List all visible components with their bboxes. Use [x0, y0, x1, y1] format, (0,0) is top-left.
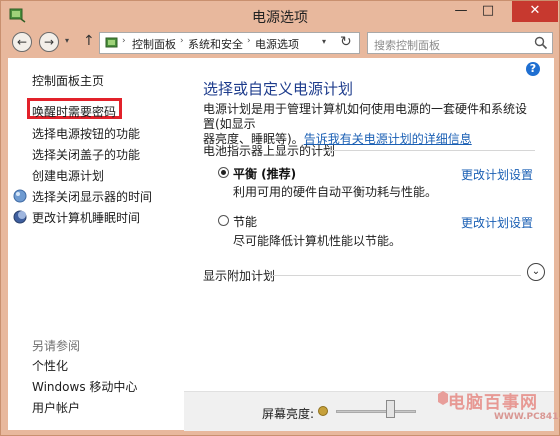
page-title: 选择或自定义电源计划 — [203, 80, 354, 98]
brightness-sun-icon — [318, 406, 328, 416]
breadcrumb-separator: › — [180, 36, 184, 46]
brightness-slider-thumb[interactable] — [385, 400, 395, 418]
plan-balanced-name[interactable]: 平衡 (推荐) — [233, 165, 296, 182]
search-placeholder: 搜索控制面板 — [374, 39, 440, 52]
power-options-window: 电源选项 — □ ✕ ← → ▾ ↑ › 控制面板 › 系统和安全 › 电源选项… — [0, 0, 560, 436]
address-bar[interactable]: › 控制面板 › 系统和安全 › 电源选项 ▾ ↻ — [99, 32, 360, 54]
plan-saver-desc: 尽可能降低计算机性能以节能。 — [233, 234, 402, 248]
brightness-slider[interactable] — [336, 410, 416, 413]
close-button[interactable]: ✕ — [512, 1, 558, 22]
plan-saver-name[interactable]: 节能 — [233, 213, 257, 230]
breadcrumb-control-panel[interactable]: 控制面板 — [132, 36, 176, 52]
brightness-label: 屏幕亮度: — [262, 407, 315, 421]
title-bar: 电源选项 — □ ✕ — [1, 1, 559, 31]
see-also-user-accounts[interactable]: 用户帐户 — [32, 399, 80, 416]
plan-saver-radio[interactable] — [218, 215, 229, 226]
forward-button[interactable]: → — [39, 32, 59, 52]
help-icon[interactable]: ? — [526, 62, 540, 76]
expand-chevron-icon[interactable]: ⌄ — [527, 263, 545, 281]
sidebar-item-power-button[interactable]: 选择电源按钮的功能 — [32, 125, 140, 142]
see-also-heading: 另请参阅 — [32, 339, 81, 353]
additional-plans-divider — [271, 275, 521, 276]
recent-locations-chevron-icon[interactable]: ▾ — [65, 36, 69, 45]
intro-text: 电源计划是用于管理计算机如何使用电源的一套硬件和系统设置(如显示 器亮度、睡眠等… — [203, 102, 533, 147]
see-also-mobility-center[interactable]: Windows 移动中心 — [32, 378, 137, 395]
additional-plans-label[interactable]: 显示附加计划 — [203, 267, 275, 284]
plan-balanced-radio[interactable] — [218, 167, 229, 178]
section-title: 电池指示器上显示的计划 — [203, 144, 336, 158]
sidebar-item-require-password[interactable]: 唤醒时需要密码 — [32, 103, 116, 120]
breadcrumb-power-options[interactable]: 电源选项 — [255, 36, 299, 52]
see-also-personalization[interactable]: 个性化 — [32, 357, 68, 374]
back-button[interactable]: ← — [12, 32, 32, 52]
plan-saver-change-link[interactable]: 更改计划设置 — [461, 214, 533, 231]
sidebar: 控制面板主页 唤醒时需要密码 选择电源按钮的功能 选择关闭盖子的功能 创建电源计… — [8, 58, 184, 430]
display-icon — [13, 189, 27, 203]
watermark-subtext: WWW.PC841.COM — [494, 412, 560, 422]
control-panel-icon — [105, 37, 118, 48]
sidebar-item-sleep[interactable]: 更改计算机睡眠时间 — [32, 209, 140, 226]
watermark: 电脑百事网 WWW.PC841.COM — [438, 388, 560, 434]
maximize-button[interactable]: □ — [475, 1, 501, 22]
address-dropdown-icon[interactable]: ▾ — [322, 37, 326, 46]
sidebar-item-control-panel-home[interactable]: 控制面板主页 — [32, 72, 104, 89]
watermark-text: 电脑百事网 — [448, 393, 538, 413]
plan-balanced-desc: 利用可用的硬件自动平衡功耗与性能。 — [233, 185, 438, 199]
content-pane: 控制面板主页 唤醒时需要密码 选择电源按钮的功能 选择关闭盖子的功能 创建电源计… — [8, 58, 554, 431]
intro-line-1: 电源计划是用于管理计算机如何使用电源的一套硬件和系统设置(如显示 — [203, 102, 528, 131]
section-divider — [323, 150, 535, 151]
search-icon[interactable] — [534, 36, 548, 50]
refresh-button[interactable]: ↻ — [340, 34, 352, 50]
minimize-button[interactable]: — — [448, 1, 474, 22]
breadcrumb-separator: › — [247, 36, 251, 46]
breadcrumb-separator: › — [122, 36, 126, 46]
sidebar-item-lid[interactable]: 选择关闭盖子的功能 — [32, 146, 140, 163]
search-box[interactable]: 搜索控制面板 — [367, 32, 553, 54]
sidebar-item-display-off[interactable]: 选择关闭显示器的时间 — [32, 188, 152, 205]
sidebar-item-create-plan[interactable]: 创建电源计划 — [32, 167, 104, 184]
plan-balanced-change-link[interactable]: 更改计划设置 — [461, 166, 533, 183]
breadcrumb-system-security[interactable]: 系统和安全 — [188, 36, 243, 52]
sleep-moon-icon — [13, 210, 27, 224]
up-button[interactable]: ↑ — [83, 33, 95, 49]
navigation-bar: ← → ▾ ↑ › 控制面板 › 系统和安全 › 电源选项 ▾ ↻ 搜索控制面板 — [1, 31, 559, 57]
